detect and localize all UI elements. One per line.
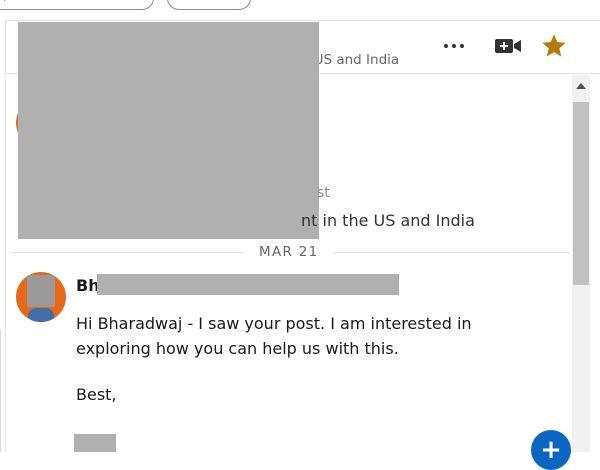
filter-pill[interactable]	[167, 0, 251, 10]
message-signoff: Best,	[76, 385, 117, 404]
redacted-block	[97, 274, 399, 295]
avatar-redaction	[27, 275, 55, 307]
redacted-block	[18, 22, 319, 239]
scrollbar[interactable]	[572, 75, 590, 452]
top-filter-bar: ▼	[0, 0, 600, 20]
message-meta-fragment: st	[317, 185, 330, 201]
pane-divider	[0, 330, 6, 452]
avatar[interactable]	[16, 272, 66, 322]
date-label: MAR 21	[259, 244, 319, 260]
date-separator: MAR 21	[10, 244, 570, 262]
compose-button[interactable]: +	[531, 430, 571, 470]
redacted-block	[74, 434, 116, 452]
star-icon	[542, 34, 566, 57]
star-button[interactable]	[539, 31, 569, 61]
more-options-button[interactable]	[439, 34, 469, 58]
more-horizontal-icon	[444, 44, 448, 48]
video-call-icon	[495, 39, 521, 53]
filter-pill[interactable]: ▼	[0, 0, 154, 10]
chevron-down-icon: ▼	[1, 0, 9, 3]
scroll-thumb[interactable]	[573, 102, 589, 285]
message-text-fragment: nt in the US and India	[301, 211, 475, 230]
message-body: Hi Bharadwaj - I saw your post. I am int…	[76, 311, 476, 361]
message-text: Hi Bharadwaj - I saw your post. I am int…	[76, 314, 472, 358]
scroll-up-arrow-icon[interactable]	[572, 79, 590, 93]
video-call-button[interactable]	[492, 34, 524, 58]
